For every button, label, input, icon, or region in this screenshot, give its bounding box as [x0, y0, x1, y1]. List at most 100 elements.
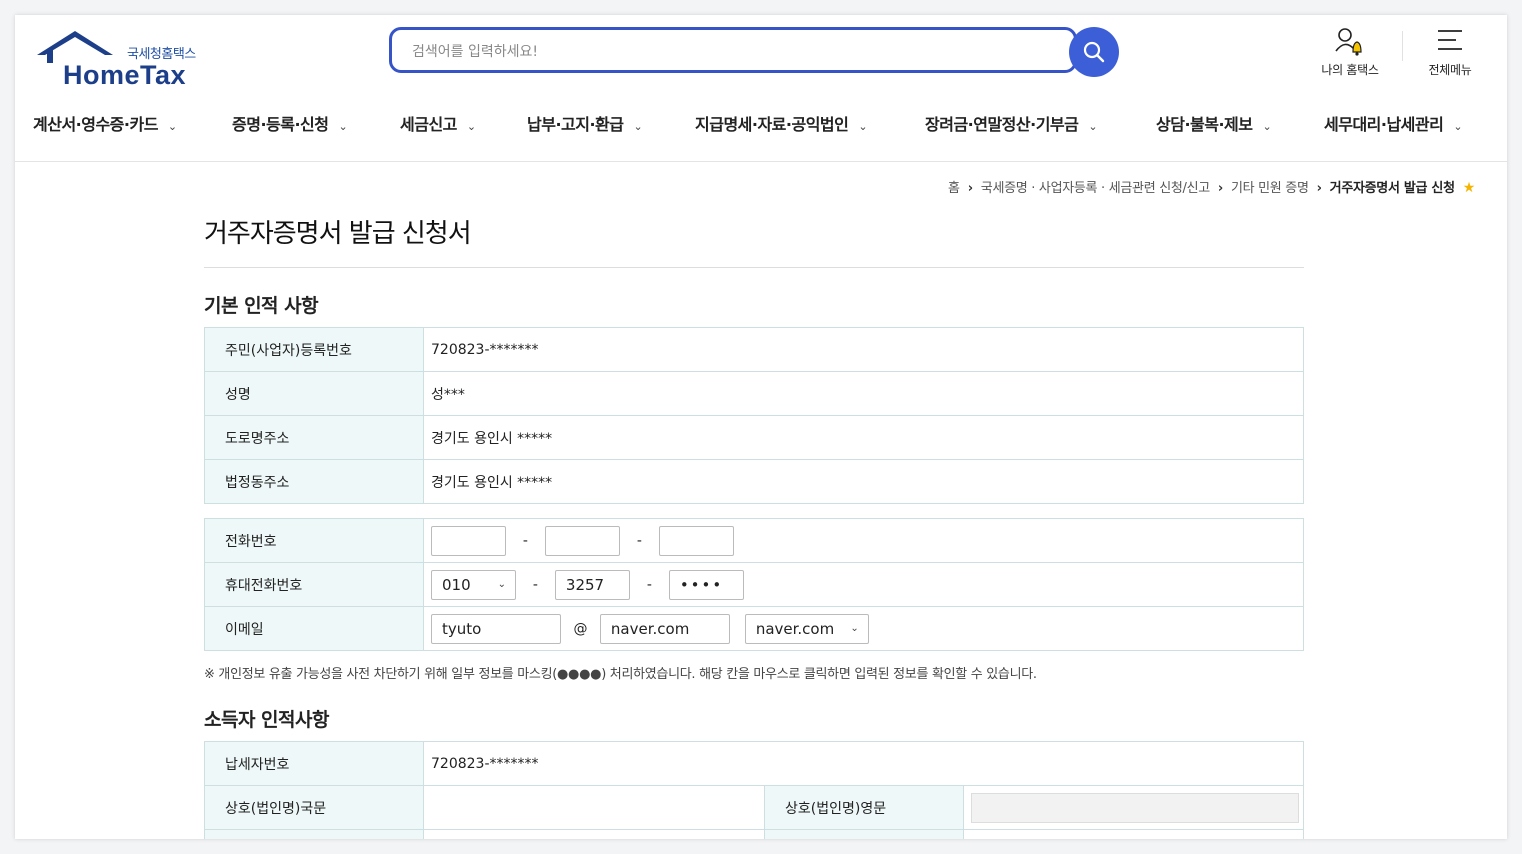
hometax-logo[interactable]: 국세청홈택스 HomeTax: [35, 27, 205, 90]
chevron-down-icon: ⌄: [1088, 120, 1098, 133]
at-symbol: @: [573, 620, 588, 637]
chevron-down-icon: ⌄: [167, 120, 177, 133]
row-label: 이메일: [204, 606, 424, 651]
row-label: 주민(사업자)등록번호: [204, 327, 424, 372]
breadcrumb-level2[interactable]: 기타 민원 증명: [1231, 181, 1309, 196]
breadcrumb-separator-icon: ›: [1217, 181, 1223, 196]
all-menu-label: 전체메뉴: [1428, 63, 1472, 77]
gnb-item-tax-report[interactable]: 세금신고 ⌄: [400, 111, 476, 135]
company-name-en-field: [971, 792, 1299, 823]
search-icon: [1083, 41, 1105, 63]
phone-field-1[interactable]: [431, 525, 506, 556]
search-button[interactable]: [1069, 27, 1119, 77]
gnb-label: 증명·등록·신청: [232, 115, 329, 134]
mobile-prefix-value: 010: [442, 575, 471, 594]
phone-field-3[interactable]: [658, 525, 734, 556]
masking-notice: ※ 개인정보 유출 가능성을 사전 차단하기 위해 일부 정보를 마스킹(●●●…: [204, 667, 1037, 682]
table-row: 도로명주소 경기도 용인시 *****: [204, 415, 1304, 460]
row-label: 법정동주소: [204, 459, 424, 504]
gnb-label: 지급명세·자료·공익법인: [695, 115, 849, 134]
gnb-label: 상담·불복·제보: [1156, 115, 1253, 134]
email-domain-select[interactable]: naver.com ⌄: [744, 613, 869, 644]
row-label: 도로명주소: [204, 415, 424, 460]
page-frame: 국세청홈택스 HomeTax 나의 홈택스: [15, 15, 1507, 839]
table-row: 전화번호 - -: [204, 518, 1304, 563]
breadcrumb-separator-icon: ›: [1316, 181, 1322, 196]
income-info-table: 납세자번호 720823-******* 상호(법인명)국문 상호(법인명)영문: [204, 741, 1304, 839]
table-row: 법정동주소 경기도 용인시 *****: [204, 459, 1304, 504]
utility-divider: [1402, 31, 1403, 61]
gnb-item-invoice[interactable]: 계산서·영수증·카드 ⌄: [33, 111, 177, 135]
gnb-label: 계산서·영수증·카드: [33, 115, 158, 134]
mobile-mid-field[interactable]: [554, 569, 630, 600]
section-title-basic: 기본 인적 사항: [204, 295, 319, 317]
breadcrumb-level1[interactable]: 국세증명 · 사업자등록 · 세금관련 신청/신고: [981, 181, 1210, 196]
chevron-down-icon: ⌄: [1262, 120, 1272, 133]
company-name-kr-value: [423, 785, 765, 830]
row-label: 상호(법인명)영문: [764, 785, 964, 830]
gnb-item-consult[interactable]: 상담·불복·제보 ⌄: [1156, 111, 1272, 135]
user-bell-icon: [1335, 28, 1362, 56]
gnb-item-certificate[interactable]: 증명·등록·신청 ⌄: [232, 111, 348, 135]
mobile-last-field[interactable]: [668, 569, 744, 600]
gnb-item-agent[interactable]: 세무대리·납세관리 ⌄: [1324, 111, 1463, 135]
breadcrumb-current: 거주자증명서 발급 신청: [1329, 181, 1455, 196]
breadcrumb: 홈 › 국세증명 · 사업자등록 · 세금관련 신청/신고 › 기타 민원 증명 › 거주자…: [948, 177, 1475, 196]
gnb-item-payment[interactable]: 납부·고지·환급 ⌄: [527, 111, 643, 135]
row-label: 납세자번호: [204, 741, 424, 786]
dash-separator: -: [532, 576, 538, 593]
mobile-prefix-select[interactable]: 010 ⌄: [431, 569, 516, 600]
email-domain-select-value: naver.com: [755, 619, 835, 638]
search-input[interactable]: [410, 41, 1034, 63]
email-domain-field[interactable]: [599, 613, 730, 644]
dash-separator: -: [646, 576, 652, 593]
table-row: 상호(법인명)국문 상호(법인명)영문: [204, 785, 1304, 830]
gnb-label: 세무대리·납세관리: [1324, 115, 1444, 134]
global-navigation: 계산서·영수증·카드 ⌄ 증명·등록·신청 ⌄ 세금신고 ⌄ 납부·고지·환급 ⌄ 지급…: [15, 99, 1507, 162]
gnb-label: 세금신고: [400, 115, 457, 134]
row-label: 상호(법인명)국문: [204, 785, 424, 830]
chevron-down-icon: ⌄: [858, 120, 868, 133]
resident-number-value: 720823-*******: [423, 327, 1304, 372]
breadcrumb-home[interactable]: 홈: [948, 181, 960, 196]
chevron-down-icon: ⌄: [466, 120, 476, 133]
all-menu-button[interactable]: 전체메뉴: [1415, 25, 1485, 78]
table-row: 주민(사업자)등록번호 720823-*******: [204, 327, 1304, 372]
name-value: 성***: [423, 371, 1304, 416]
table-row: 성명 성***: [204, 371, 1304, 416]
table-row: [204, 829, 1304, 839]
page-title: 거주자증명서 발급 신청서: [204, 219, 472, 249]
chevron-down-icon: ⌄: [338, 120, 348, 133]
gnb-label: 장려금·연말정산·기부금: [925, 115, 1079, 134]
row-label: 휴대전화번호: [204, 562, 424, 607]
section-title-income: 소득자 인적사항: [204, 709, 329, 731]
chevron-down-icon: ⌄: [1453, 120, 1463, 133]
table-row: 납세자번호 720823-*******: [204, 741, 1304, 786]
dash-separator: -: [636, 532, 642, 549]
logo-title: HomeTax: [63, 60, 187, 90]
taxpayer-number-value: 720823-*******: [423, 741, 1304, 786]
basic-info-table: 주민(사업자)등록번호 720823-******* 성명 성*** 도로명주소…: [204, 327, 1304, 504]
email-id-field[interactable]: [431, 613, 561, 644]
title-divider: [204, 267, 1304, 268]
table-row: 휴대전화번호 010 ⌄ - -: [204, 562, 1304, 607]
lot-address-value: 경기도 용인시 *****: [423, 459, 1304, 504]
my-hometax-label: 나의 홈택스: [1321, 63, 1379, 77]
breadcrumb-separator-icon: ›: [967, 181, 973, 196]
table-row: 이메일 @ naver.com ⌄: [204, 606, 1304, 651]
my-hometax-button[interactable]: 나의 홈택스: [1311, 25, 1389, 78]
gnb-label: 납부·고지·환급: [527, 115, 624, 134]
row-label: 성명: [204, 371, 424, 416]
chevron-down-icon: ⌄: [497, 578, 506, 590]
phone-field-2[interactable]: [544, 525, 620, 556]
chevron-down-icon: ⌄: [633, 120, 643, 133]
gnb-item-statement[interactable]: 지급명세·자료·공익법인 ⌄: [695, 111, 868, 135]
hamburger-menu-icon: [1438, 30, 1462, 50]
chevron-down-icon: ⌄: [850, 622, 859, 634]
road-address-value: 경기도 용인시 *****: [423, 415, 1304, 460]
row-label: 전화번호: [204, 518, 424, 563]
dash-separator: -: [522, 532, 528, 549]
star-favorite-icon[interactable]: ★: [1463, 180, 1476, 196]
gnb-item-incentive[interactable]: 장려금·연말정산·기부금 ⌄: [925, 111, 1098, 135]
search-box: [389, 27, 1077, 73]
